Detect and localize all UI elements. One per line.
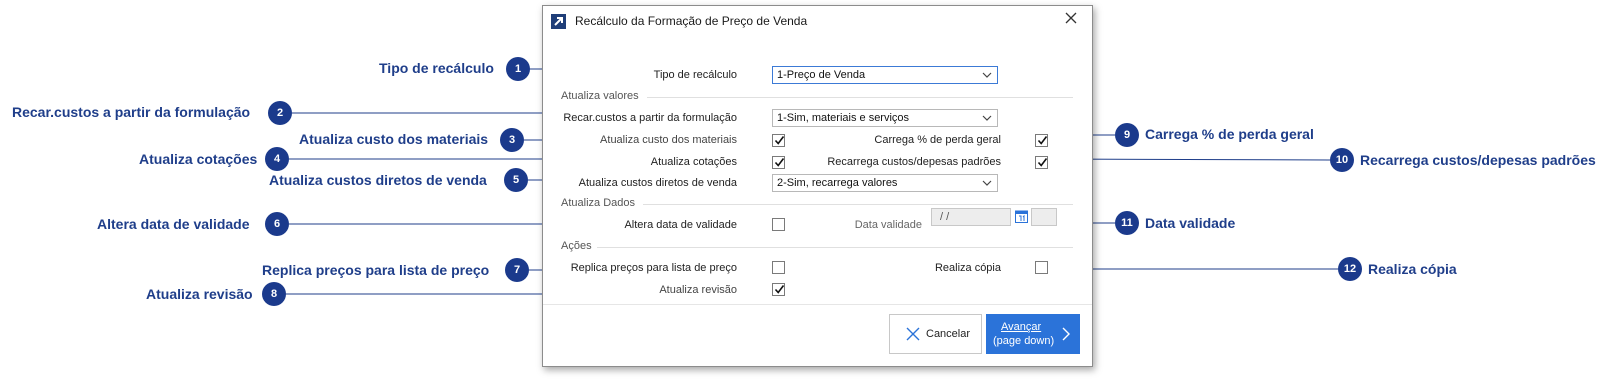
annotation-label-1: Tipo de recálculo bbox=[379, 60, 494, 76]
annotation-badge-12: 12 bbox=[1338, 257, 1362, 281]
annotation-label-8: Atualiza revisão bbox=[146, 286, 253, 302]
chevron-down-icon bbox=[982, 115, 992, 121]
tipo-recalculo-value: 1-Preço de Venda bbox=[777, 69, 866, 81]
chevron-down-icon bbox=[982, 72, 992, 78]
recar-custos-value: 1-Sim, materiais e serviços bbox=[777, 112, 910, 124]
recar-custos-select[interactable]: 1-Sim, materiais e serviços bbox=[772, 109, 998, 127]
recarrega-custos-label: Recarrega custos/depesas padrões bbox=[827, 156, 1001, 168]
annotation-label-10: Recarrega custos/depesas padrões bbox=[1360, 152, 1596, 168]
annotation-label-4: Atualiza cotações bbox=[139, 151, 258, 167]
annotation-label-9: Carrega % de perda geral bbox=[1145, 126, 1314, 142]
annotation-label-5: Atualiza custos diretos de venda bbox=[269, 172, 487, 188]
annotation-badge-4: 4 bbox=[265, 147, 289, 171]
checkmark-icon bbox=[1037, 158, 1048, 167]
annotation-label-6: Altera data de validade bbox=[97, 216, 250, 232]
annotation-badge-3: 3 bbox=[500, 128, 524, 152]
annotation-badge-2: 2 bbox=[268, 101, 292, 125]
data-validade-label: Data validade bbox=[854, 219, 922, 231]
custos-diretos-value: 2-Sim, recarrega valores bbox=[777, 177, 898, 189]
section-divider bbox=[647, 97, 1073, 98]
checkmark-icon bbox=[774, 285, 785, 294]
perda-geral-label: Carrega % de perda geral bbox=[874, 134, 1001, 146]
annotation-label-3: Atualiza custo dos materiais bbox=[299, 131, 489, 147]
data-validade-extra-field[interactable] bbox=[1031, 208, 1057, 226]
recalculo-dialog: Recálculo da Formação de Preço de Venda … bbox=[542, 5, 1093, 367]
close-icon[interactable] bbox=[1064, 11, 1078, 30]
tipo-recalculo-label: Tipo de recálculo bbox=[653, 69, 737, 81]
annotation-badge-5: 5 bbox=[504, 168, 528, 192]
custos-diretos-label: Atualiza custos diretos de venda bbox=[578, 177, 737, 189]
footer-divider bbox=[543, 304, 1092, 305]
section-divider bbox=[597, 247, 1073, 248]
replica-precos-label: Replica preços para lista de preço bbox=[570, 262, 737, 274]
atualiza-revisao-label: Atualiza revisão bbox=[659, 284, 737, 296]
annotation-badge-1: 1 bbox=[506, 57, 530, 81]
altera-data-label: Altera data de validade bbox=[624, 219, 737, 231]
chevron-down-icon bbox=[982, 180, 992, 186]
dialog-title: Recálculo da Formação de Preço de Venda bbox=[575, 14, 808, 28]
realiza-copia-checkbox[interactable] bbox=[1035, 261, 1048, 274]
section-atualiza-valores: Atualiza valores bbox=[561, 90, 639, 102]
recarrega-custos-checkbox[interactable] bbox=[1035, 156, 1048, 169]
cancel-button[interactable]: Cancelar bbox=[889, 314, 982, 354]
checkmark-icon bbox=[774, 158, 785, 167]
dialog-titlebar: Recálculo da Formação de Preço de Venda bbox=[543, 6, 1092, 36]
custo-materiais-checkbox[interactable] bbox=[772, 134, 785, 147]
annotation-badge-8: 8 bbox=[262, 282, 286, 306]
altera-data-checkbox[interactable] bbox=[772, 218, 785, 231]
data-validade-field[interactable]: / / bbox=[931, 208, 1011, 226]
annotation-badge-11: 11 bbox=[1115, 211, 1139, 235]
annotation-badge-10: 10 bbox=[1330, 148, 1354, 172]
recar-custos-label: Recar.custos a partir da formulação bbox=[563, 112, 737, 124]
custos-diretos-select[interactable]: 2-Sim, recarrega valores bbox=[772, 174, 998, 192]
atualiza-revisao-checkbox[interactable] bbox=[772, 283, 785, 296]
tipo-recalculo-select[interactable]: 1-Preço de Venda bbox=[772, 66, 998, 84]
next-button[interactable]: Avançar (page down) bbox=[986, 314, 1080, 354]
cotacoes-checkbox[interactable] bbox=[772, 156, 785, 169]
chevron-right-icon bbox=[1062, 327, 1070, 341]
annotation-badge-9: 9 bbox=[1115, 123, 1139, 147]
replica-precos-checkbox[interactable] bbox=[772, 261, 785, 274]
section-atualiza-dados: Atualiza Dados bbox=[561, 197, 635, 209]
section-acoes: Ações bbox=[561, 240, 592, 252]
next-button-shortcut: (page down) bbox=[993, 335, 1055, 347]
realiza-copia-label: Realiza cópia bbox=[934, 262, 1001, 274]
annotation-badge-7: 7 bbox=[505, 258, 529, 282]
close-icon bbox=[906, 327, 920, 341]
custo-materiais-label: Atualiza custo dos materiais bbox=[600, 134, 737, 146]
annotation-label-12: Realiza cópia bbox=[1368, 261, 1457, 277]
perda-geral-checkbox[interactable] bbox=[1035, 134, 1048, 147]
checkmark-icon bbox=[1037, 136, 1048, 145]
next-button-label: Avançar bbox=[1001, 321, 1042, 333]
annotation-label-11: Data validade bbox=[1145, 215, 1236, 231]
annotation-badge-6: 6 bbox=[265, 212, 289, 236]
section-divider bbox=[643, 204, 1073, 205]
annotation-label-7: Replica preços para lista de preço bbox=[262, 262, 490, 278]
checkmark-icon bbox=[774, 136, 785, 145]
data-validade-value: / / bbox=[940, 211, 950, 223]
calendar-icon[interactable] bbox=[1015, 209, 1028, 223]
cotacoes-label: Atualiza cotações bbox=[650, 156, 737, 168]
annotation-label-2: Recar.custos a partir da formulação bbox=[12, 104, 251, 120]
cancel-button-label: Cancelar bbox=[926, 328, 971, 340]
arrow-up-right-icon bbox=[551, 14, 566, 29]
